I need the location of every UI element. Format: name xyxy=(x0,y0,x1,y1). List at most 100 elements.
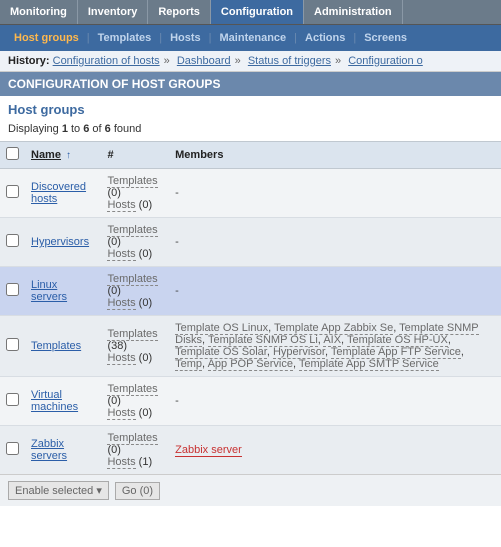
subnav-item-host-groups[interactable]: Host groups xyxy=(8,29,85,47)
subnav-sep: | xyxy=(351,32,358,44)
chevron-right-icon: » xyxy=(160,55,174,67)
footer-bar: Enable selected ▾ Go (0) xyxy=(0,474,501,506)
member-link[interactable]: Zabbix server xyxy=(175,444,242,457)
topnav-tab-configuration[interactable]: Configuration xyxy=(211,0,304,24)
cell-name: Zabbix servers xyxy=(25,426,101,475)
subnav-sep: | xyxy=(292,32,299,44)
templates-link[interactable]: Templates xyxy=(107,175,157,188)
table-row: Hypervisors Templates (0)Hosts (0)- xyxy=(0,218,501,267)
hosts-link[interactable]: Hosts xyxy=(107,199,135,212)
hosts-link[interactable]: Hosts xyxy=(107,456,135,469)
col-name[interactable]: Name ↑ xyxy=(25,142,101,169)
disp-prefix: Displaying xyxy=(8,123,62,135)
cell-checkbox xyxy=(0,316,25,377)
subnav-item-screens[interactable]: Screens xyxy=(358,29,413,47)
section-header: Host groups xyxy=(0,96,501,123)
cell-counts: Templates (38)Hosts (0) xyxy=(101,316,169,377)
cell-checkbox xyxy=(0,426,25,475)
row-checkbox[interactable] xyxy=(6,185,19,198)
table-row: Linux servers Templates (0)Hosts (0)- xyxy=(0,267,501,316)
cell-name: Virtual machines xyxy=(25,377,101,426)
cell-counts: Templates (0)Hosts (0) xyxy=(101,169,169,218)
history-crumb[interactable]: Configuration of hosts xyxy=(53,55,160,67)
member-link[interactable]: Template App SMTP Service xyxy=(299,358,439,371)
cell-members: - xyxy=(169,267,501,316)
displaying-text: Displaying 1 to 6 of 6 found xyxy=(0,123,501,141)
history-crumb[interactable]: Configuration o xyxy=(348,55,423,67)
cell-checkbox xyxy=(0,169,25,218)
templates-link[interactable]: Templates xyxy=(107,383,157,396)
table-row: Zabbix servers Templates (0)Hosts (1) Zabb… xyxy=(0,426,501,475)
templates-link[interactable]: Templates xyxy=(107,432,157,445)
bulk-action-select[interactable]: Enable selected ▾ xyxy=(8,481,109,500)
templates-link[interactable]: Templates xyxy=(107,328,157,341)
cell-name: Templates xyxy=(25,316,101,377)
history-label: History: xyxy=(8,55,50,67)
cell-checkbox xyxy=(0,377,25,426)
cell-counts: Templates (0)Hosts (0) xyxy=(101,377,169,426)
group-name-link[interactable]: Zabbix servers xyxy=(31,438,67,462)
col-members: Members xyxy=(169,142,501,169)
group-name-link[interactable]: Discovered hosts xyxy=(31,181,86,205)
row-checkbox[interactable] xyxy=(6,338,19,351)
subnav-sep: | xyxy=(85,32,92,44)
cell-name: Linux servers xyxy=(25,267,101,316)
history-crumb[interactable]: Dashboard xyxy=(177,55,231,67)
go-button[interactable]: Go (0) xyxy=(115,482,160,500)
cell-members: - xyxy=(169,169,501,218)
row-checkbox[interactable] xyxy=(6,442,19,455)
sort-up-icon: ↑ xyxy=(64,150,71,161)
cell-name: Discovered hosts xyxy=(25,169,101,218)
cell-counts: Templates (0)Hosts (0) xyxy=(101,267,169,316)
topnav-tab-administration[interactable]: Administration xyxy=(304,0,403,24)
group-name-link[interactable]: Templates xyxy=(31,340,81,352)
hosts-link[interactable]: Hosts xyxy=(107,352,135,365)
group-name-link[interactable]: Hypervisors xyxy=(31,236,89,248)
subnav-item-templates[interactable]: Templates xyxy=(92,29,158,47)
cell-members: - xyxy=(169,218,501,267)
cell-counts: Templates (0)Hosts (0) xyxy=(101,218,169,267)
disp-mid: to xyxy=(68,123,83,135)
row-checkbox[interactable] xyxy=(6,393,19,406)
subnav-item-hosts[interactable]: Hosts xyxy=(164,29,207,47)
templates-link[interactable]: Templates xyxy=(107,273,157,286)
sub-nav: Host groups|Templates|Hosts|Maintenance|… xyxy=(0,25,501,51)
disp-of: of xyxy=(89,123,104,135)
topnav-tab-inventory[interactable]: Inventory xyxy=(78,0,149,24)
subnav-item-maintenance[interactable]: Maintenance xyxy=(214,29,293,47)
cell-counts: Templates (0)Hosts (1) xyxy=(101,426,169,475)
topnav-tab-monitoring[interactable]: Monitoring xyxy=(0,0,78,24)
row-checkbox[interactable] xyxy=(6,234,19,247)
chevron-right-icon: » xyxy=(331,55,345,67)
col-checkbox xyxy=(0,142,25,169)
section-heading: Host groups xyxy=(8,102,493,117)
page-title: CONFIGURATION OF HOST GROUPS xyxy=(0,72,501,96)
hosts-link[interactable]: Hosts xyxy=(107,407,135,420)
hosts-link[interactable]: Hosts xyxy=(107,297,135,310)
history-crumb[interactable]: Status of triggers xyxy=(248,55,331,67)
select-all-checkbox[interactable] xyxy=(6,147,19,160)
subnav-sep: | xyxy=(207,32,214,44)
top-nav: MonitoringInventoryReportsConfigurationA… xyxy=(0,0,501,25)
row-checkbox[interactable] xyxy=(6,283,19,296)
member-link[interactable]: Temp xyxy=(175,358,202,371)
table-row: Virtual machines Templates (0)Hosts (0)- xyxy=(0,377,501,426)
chevron-right-icon: » xyxy=(231,55,245,67)
topnav-tab-reports[interactable]: Reports xyxy=(148,0,211,24)
cell-checkbox xyxy=(0,267,25,316)
cell-members: Zabbix server xyxy=(169,426,501,475)
hosts-link[interactable]: Hosts xyxy=(107,248,135,261)
member-link[interactable]: App POP Service xyxy=(208,358,293,371)
cell-members: Template OS Linux, Template App Zabbix S… xyxy=(169,316,501,377)
history-bar: History: Configuration of hosts» Dashboa… xyxy=(0,51,501,72)
cell-members: - xyxy=(169,377,501,426)
group-name-link[interactable]: Linux servers xyxy=(31,279,67,303)
templates-link[interactable]: Templates xyxy=(107,224,157,237)
subnav-item-actions[interactable]: Actions xyxy=(299,29,351,47)
cell-checkbox xyxy=(0,218,25,267)
cell-name: Hypervisors xyxy=(25,218,101,267)
col-name-link[interactable]: Name xyxy=(31,149,61,161)
subnav-sep: | xyxy=(157,32,164,44)
group-name-link[interactable]: Virtual machines xyxy=(31,389,78,413)
col-hash: # xyxy=(101,142,169,169)
